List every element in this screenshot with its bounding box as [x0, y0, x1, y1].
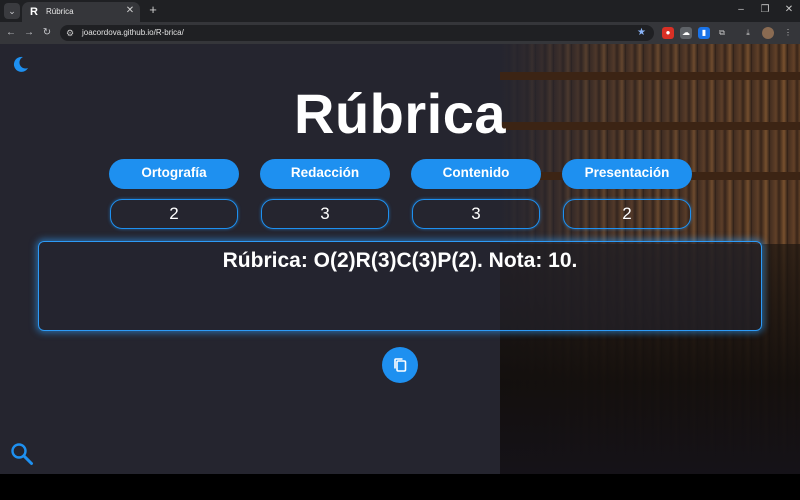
forward-icon[interactable]: →	[22, 26, 36, 40]
score-input-ortografia[interactable]: 2	[110, 199, 238, 229]
site-info-icon[interactable]: ⚙	[66, 27, 74, 39]
new-tab-icon[interactable]: +	[146, 3, 160, 17]
score-input-contenido[interactable]: 3	[412, 199, 540, 229]
result-textarea[interactable]: Rúbrica: O(2)R(3)C(3)P(2). Nota: 10.	[38, 241, 762, 331]
browser-tab[interactable]: R Rúbrica ✕	[22, 2, 140, 22]
bottom-bar	[0, 474, 800, 500]
browser-menu-icon[interactable]: ⋮	[782, 27, 794, 39]
restore-icon[interactable]: ❐	[758, 4, 772, 16]
tab-close-icon[interactable]: ✕	[124, 5, 136, 17]
back-icon[interactable]: ←	[4, 26, 18, 40]
address-bar[interactable]: ⚙ joacordova.github.io/R-brica/ ★	[60, 25, 654, 41]
category-button-presentacion[interactable]: Presentación	[562, 159, 692, 189]
extension-cloud-icon[interactable]: ☁	[680, 27, 692, 39]
browser-tab-bar: ⌄ R Rúbrica ✕ + – ❐ ✕	[0, 0, 800, 22]
copy-button[interactable]	[382, 347, 418, 383]
browser-toolbar: ← → ↻ ⚙ joacordova.github.io/R-brica/ ★ …	[0, 22, 800, 44]
score-input-presentacion[interactable]: 2	[563, 199, 691, 229]
category-button-ortografia[interactable]: Ortografía	[109, 159, 239, 189]
download-icon[interactable]: ⤓	[742, 27, 754, 39]
shelf-board	[500, 72, 800, 80]
reload-icon[interactable]: ↻	[40, 26, 54, 40]
page-title: Rúbrica	[294, 82, 506, 145]
extension-shield-icon[interactable]: ●	[662, 27, 674, 39]
theme-toggle-moon-icon[interactable]	[10, 54, 30, 74]
copy-icon	[394, 358, 407, 372]
extensions-puzzle-icon[interactable]: ⧉	[716, 27, 728, 39]
profile-avatar[interactable]	[762, 27, 774, 39]
search-magnifier-icon[interactable]	[10, 442, 34, 466]
category-button-contenido[interactable]: Contenido	[411, 159, 541, 189]
tab-title: Rúbrica	[46, 7, 74, 16]
tab-search-menu-icon[interactable]: ⌄	[4, 3, 20, 19]
extension-doc-icon[interactable]: ▮	[698, 27, 710, 39]
score-input-redaccion[interactable]: 3	[261, 199, 389, 229]
page-viewport: Rúbrica Ortografía Redacción Contenido P…	[0, 44, 800, 474]
result-text: Rúbrica: O(2)R(3)C(3)P(2). Nota: 10.	[222, 249, 578, 272]
close-window-icon[interactable]: ✕	[782, 4, 796, 16]
url-text[interactable]: joacordova.github.io/R-brica/	[82, 27, 184, 39]
tab-favicon: R	[30, 6, 38, 18]
bookmark-star-icon[interactable]: ★	[637, 26, 646, 40]
category-button-redaccion[interactable]: Redacción	[260, 159, 390, 189]
minimize-icon[interactable]: –	[734, 4, 748, 16]
